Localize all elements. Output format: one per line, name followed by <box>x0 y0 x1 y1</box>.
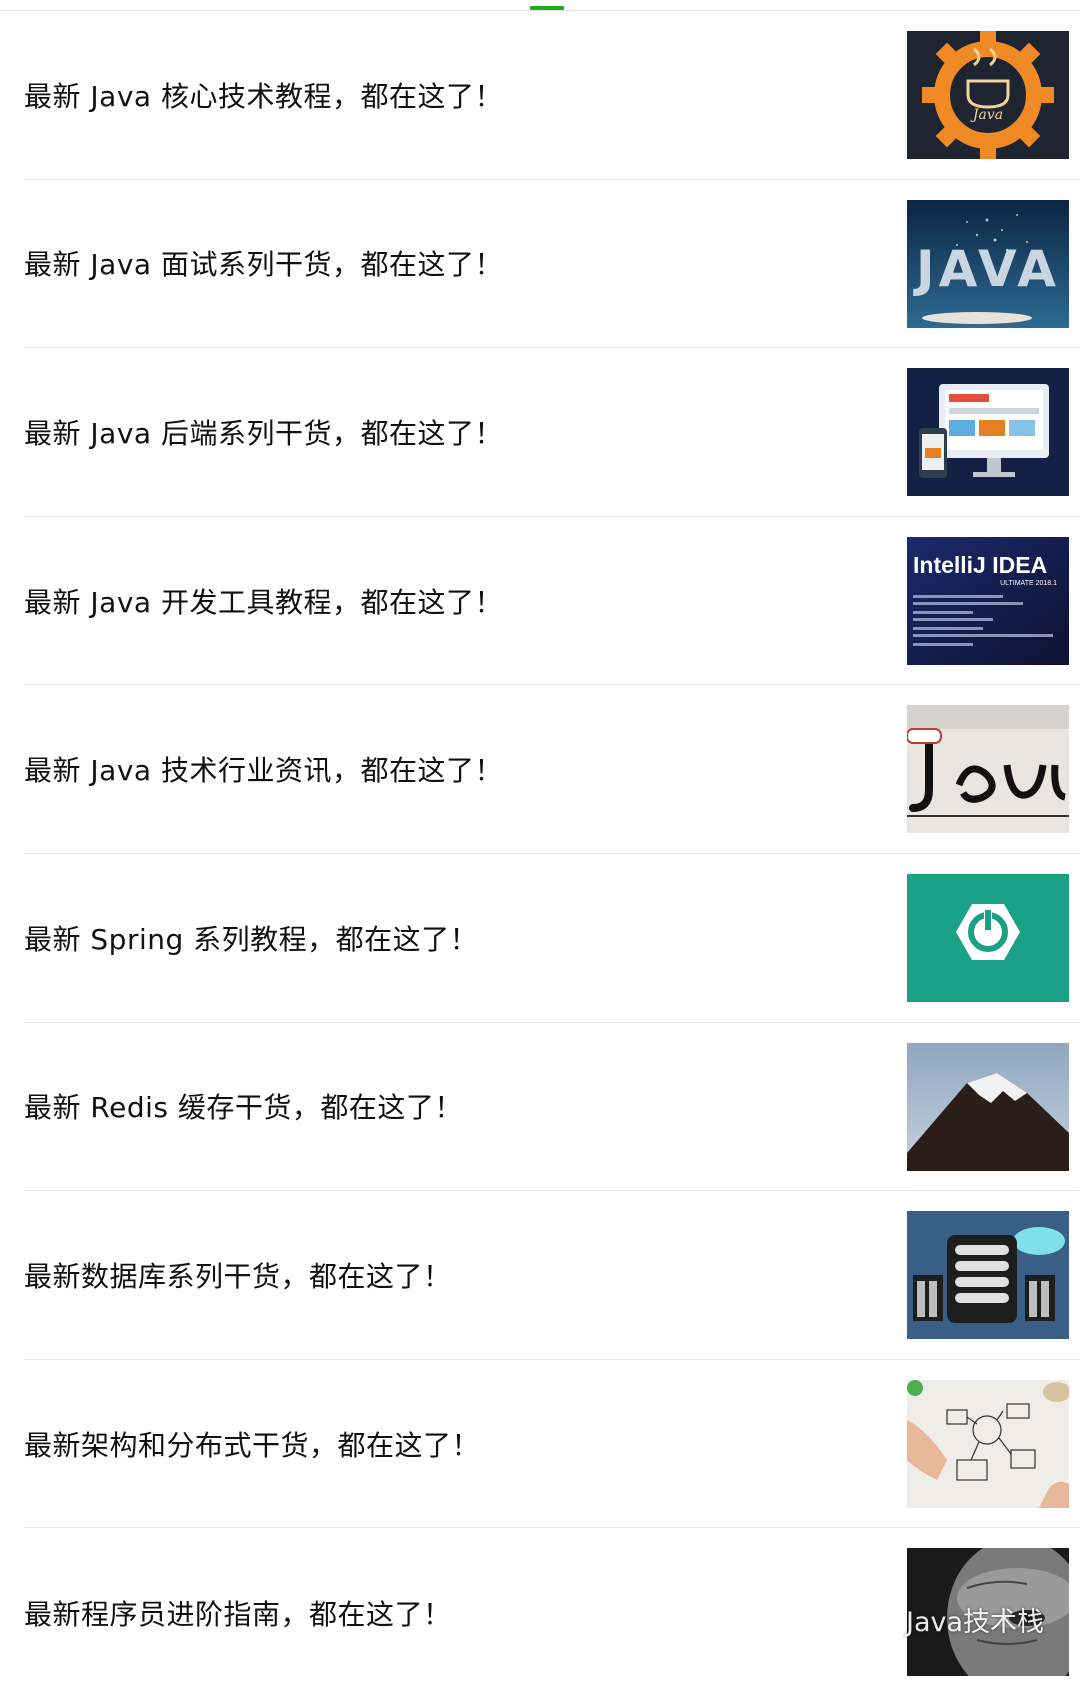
article-title: 最新数据库系列干货，都在这了！ <box>24 1259 452 1293</box>
article-list: 最新 Java 核心技术教程，都在这了！ Java 最新 Java 面试系列干货… <box>0 11 1080 1697</box>
active-tab-indicator <box>530 6 564 10</box>
list-item[interactable]: 最新 Spring 系列教程，都在这了！ <box>24 854 1080 1023</box>
mountain-thumbnail <box>907 1042 1069 1171</box>
web-devices-thumbnail <box>907 368 1069 497</box>
watermark-text: Java技术栈 <box>906 1607 1045 1638</box>
svg-text:Java: Java <box>970 107 1003 123</box>
article-title: 最新 Spring 系列教程，都在这了！ <box>24 922 479 956</box>
article-title: 最新 Java 技术行业资讯，都在这了！ <box>24 754 503 788</box>
list-item[interactable]: 最新 Java 技术行业资讯，都在这了！ <box>24 685 1080 854</box>
intellij-idea-thumbnail: IntelliJ IDEA ULTIMATE 2018.1 <box>907 536 1069 665</box>
architecture-sketch-thumbnail <box>907 1379 1069 1508</box>
spring-thumbnail <box>907 873 1069 1002</box>
wechat-icon <box>858 1598 900 1641</box>
article-title: 最新 Redis 缓存干货，都在这了！ <box>24 1091 463 1125</box>
article-title: 最新程序员进阶指南，都在这了！ <box>24 1597 452 1631</box>
top-tab-bar <box>0 0 1080 11</box>
watermark: Java技术栈 <box>858 1598 1044 1641</box>
java-sign-thumbnail <box>907 705 1069 834</box>
list-item[interactable]: 最新 Java 后端系列干货，都在这了！ <box>24 348 1080 517</box>
article-title: 最新 Java 后端系列干货，都在这了！ <box>24 416 503 450</box>
svg-text:IntelliJ IDEA: IntelliJ IDEA <box>913 552 1047 578</box>
svg-text:ULTIMATE 2018.1: ULTIMATE 2018.1 <box>1000 580 1057 587</box>
article-title: 最新 Java 面试系列干货，都在这了！ <box>24 248 503 282</box>
java-gear-thumbnail: Java <box>907 31 1069 159</box>
list-item[interactable]: 最新 Java 核心技术教程，都在这了！ Java <box>24 11 1080 180</box>
list-item[interactable]: 最新数据库系列干货，都在这了！ <box>24 1191 1080 1360</box>
list-item[interactable]: 最新 Redis 缓存干货，都在这了！ <box>24 1023 1080 1192</box>
article-title: 最新 Java 开发工具教程，都在这了！ <box>24 585 503 619</box>
article-title: 最新架构和分布式干货，都在这了！ <box>24 1428 481 1462</box>
list-item[interactable]: 最新 Java 面试系列干货，都在这了！ JAVA <box>24 180 1080 349</box>
database-thumbnail <box>907 1211 1069 1340</box>
svg-text:JAVA: JAVA <box>913 240 1060 298</box>
list-item[interactable]: 最新 Java 开发工具教程，都在这了！ IntelliJ IDEA ULTIM… <box>24 517 1080 686</box>
article-title: 最新 Java 核心技术教程，都在这了！ <box>24 79 503 113</box>
list-item[interactable]: 最新架构和分布式干货，都在这了！ <box>24 1360 1080 1529</box>
java-particles-thumbnail: JAVA <box>907 199 1069 328</box>
